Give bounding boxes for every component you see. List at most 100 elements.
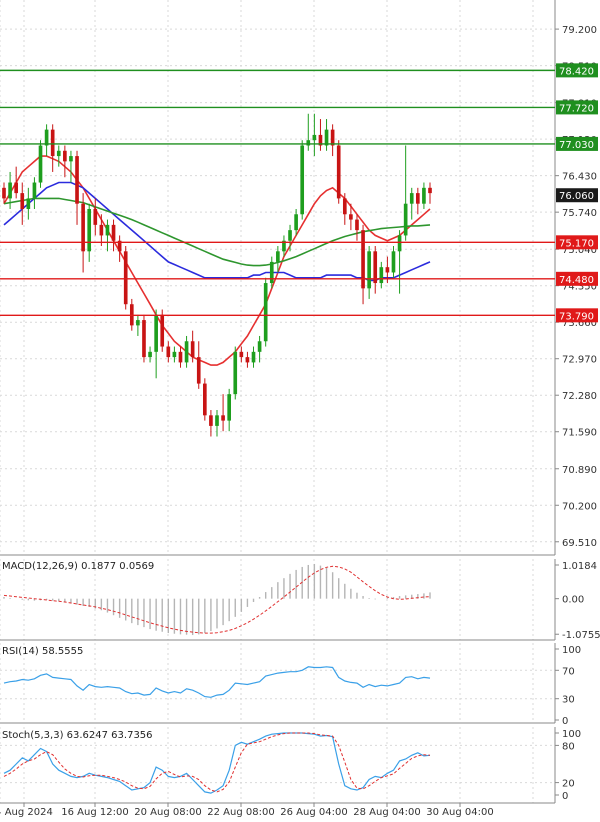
candle-body: [263, 283, 268, 342]
macd-pane: 1.0184 0.00 -1.0755 MACD(12,26,9) 0.1877 0.…: [0, 559, 600, 641]
macd-tick-label: -1.0755: [562, 630, 600, 641]
candle-body: [172, 351, 177, 358]
stoch-tick-label: 0: [562, 791, 568, 802]
candle-body: [105, 224, 110, 236]
rsi-pane: 100 70 30 0 RSI(14) 58.5555: [0, 643, 581, 727]
candle-body: [324, 129, 329, 146]
price-tick-label: 69.510: [562, 538, 597, 549]
level-label: 77.720: [559, 103, 594, 114]
candle-body: [50, 129, 55, 157]
candle-body: [87, 208, 92, 252]
candle-body: [276, 251, 280, 262]
candle-body: [2, 187, 6, 199]
price-tick-label: 70.200: [562, 501, 597, 512]
candle-body: [361, 230, 365, 289]
level-label: 75.170: [559, 238, 594, 249]
time-tick-label: 28 Aug 04:00: [353, 807, 420, 817]
level-label: 78.420: [559, 66, 594, 77]
time-tick-label: 20 Aug 08:00: [134, 807, 201, 817]
price-pane: 79.20078.51077.81077.12076.43075.74075.0…: [0, 0, 598, 556]
candle-body: [154, 314, 158, 352]
level-label: 77.030: [559, 140, 594, 151]
time-tick-label: 4 Aug 2024: [0, 807, 53, 817]
candle-body: [227, 394, 231, 421]
time-tick-label: 26 Aug 04:00: [280, 807, 347, 817]
time-axis: 4 Aug 2024 16 Aug 12:00 20 Aug 08:00 22 Aug…: [0, 803, 494, 818]
macd-tick-label: 0.00: [562, 595, 584, 606]
time-tick-label: 16 Aug 12:00: [61, 807, 128, 817]
candle-body: [38, 145, 43, 183]
candle-body: [349, 214, 353, 220]
rsi-tick-label: 0: [562, 716, 568, 727]
candle-body: [336, 145, 341, 199]
stoch-pane: 10080 200 Stoch(5,3,3) 63.6247 63.7356: [0, 727, 581, 804]
candle-body: [342, 198, 347, 215]
candle-body: [26, 198, 31, 209]
candle-body: [269, 261, 274, 284]
candle-body: [75, 156, 79, 204]
candle-body: [148, 351, 152, 358]
candle-body: [409, 193, 414, 204]
price-tick-label: 75.740: [562, 208, 597, 219]
rsi-label: RSI(14) 58.5555: [2, 646, 83, 657]
price-tick-label: 79.200: [562, 25, 597, 36]
candle-body: [288, 230, 292, 241]
rsi-tick-label: 30: [562, 695, 575, 706]
candle-body: [81, 203, 85, 252]
stoch-tick-label: 20: [562, 779, 575, 790]
macd-tick-label: 1.0184: [562, 561, 597, 572]
candle-body: [251, 351, 256, 363]
stoch-tick-label: 100: [562, 729, 581, 740]
candle-body: [166, 346, 171, 358]
candle-body: [209, 415, 213, 426]
candle-body: [63, 150, 67, 162]
forex-chart: 79.20078.51077.81077.12076.43075.74075.0…: [0, 0, 600, 818]
level-label: 74.480: [559, 275, 594, 286]
chart-root: 79.20078.51077.81077.12076.43075.74075.0…: [0, 0, 600, 818]
candle-body: [422, 187, 426, 204]
candle-body: [160, 314, 165, 347]
stoch-tick-label: 80: [562, 741, 575, 752]
candle-body: [32, 182, 37, 199]
candle-body: [379, 267, 384, 284]
candle-body: [355, 219, 359, 231]
candle-body: [391, 251, 396, 273]
candle-body: [44, 129, 49, 146]
price-tick-label: 71.590: [562, 428, 597, 439]
price-background: [0, 0, 555, 555]
candle-body: [93, 208, 98, 225]
candle-body: [178, 351, 183, 363]
candle-body: [403, 203, 408, 236]
candle-body: [136, 320, 140, 326]
candle-body: [245, 357, 250, 363]
candle-body: [428, 187, 432, 194]
stoch-label: Stoch(5,3,3) 63.6247 63.7356: [2, 730, 153, 741]
candle-body: [190, 341, 195, 358]
price-tick-label: 72.970: [562, 355, 597, 366]
candle-body: [123, 251, 128, 305]
current-price-label: 76.060: [559, 191, 594, 202]
candle-body: [196, 357, 201, 384]
rsi-tick-label: 70: [562, 666, 575, 677]
candle-body: [312, 134, 317, 141]
candle-body: [367, 251, 371, 289]
candle-body: [300, 145, 305, 215]
candle-body: [294, 214, 298, 231]
rsi-tick-label: 100: [562, 645, 581, 656]
candle-body: [99, 224, 104, 236]
candle-body: [203, 383, 207, 416]
candle-body: [215, 415, 219, 426]
price-tick-label: 70.890: [562, 465, 597, 476]
candle-body: [385, 267, 390, 273]
candle-body: [111, 224, 116, 241]
time-tick-label: 22 Aug 08:00: [207, 807, 274, 817]
candle-body: [330, 129, 335, 146]
time-tick-label: 30 Aug 04:00: [426, 807, 493, 817]
candle-body: [257, 341, 262, 352]
candle-body: [14, 182, 18, 194]
candle-body: [8, 182, 12, 199]
level-label: 73.790: [559, 311, 594, 322]
candle-body: [20, 193, 25, 209]
candle-body: [69, 156, 73, 162]
candle-body: [221, 415, 225, 421]
